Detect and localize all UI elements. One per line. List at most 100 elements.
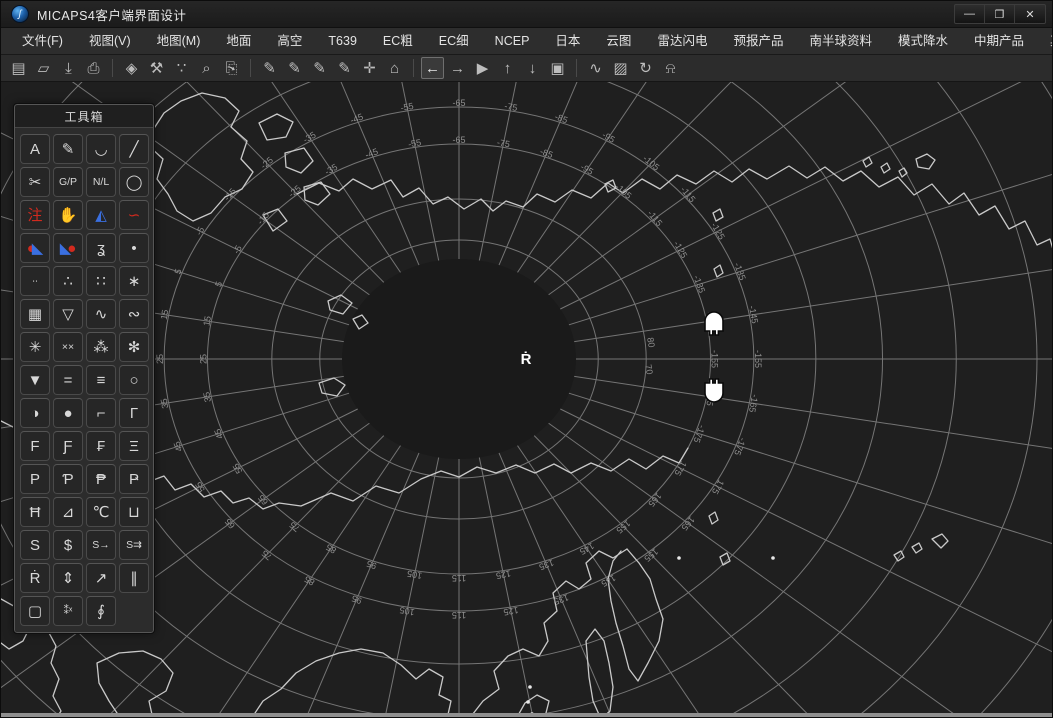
edit-data-button-1[interactable]: ✎	[258, 57, 281, 79]
tool-arrow-ne[interactable]: ↗	[86, 563, 116, 593]
tool-dots-3[interactable]: ∴	[53, 266, 83, 296]
tool-s-arrow-2[interactable]: S⇉	[119, 530, 149, 560]
clipboard-button[interactable]: ⎘	[220, 57, 243, 79]
tools-button[interactable]: ⚒	[145, 57, 168, 79]
tool-snow-3[interactable]: ⁂	[86, 332, 116, 362]
tool-barb-f3[interactable]: ₣	[86, 431, 116, 461]
edit-data-button-4[interactable]: ✎	[333, 57, 356, 79]
menu-item-15[interactable]: 模式降水	[885, 28, 961, 54]
cyclone-button[interactable]: ↻	[634, 57, 657, 79]
tool-grid-squares[interactable]: ▦	[20, 299, 50, 329]
map-canvas[interactable]: -155-165-1751751651551451351251151059585…	[1, 82, 1053, 715]
tool-nl-toggle[interactable]: N/L	[86, 167, 116, 197]
tool-barb-p5[interactable]: Ħ	[20, 497, 50, 527]
tool-bracket[interactable]: ⊔	[119, 497, 149, 527]
tool-pen[interactable]: ✎	[53, 134, 83, 164]
edit-data-button-3[interactable]: ✎	[308, 57, 331, 79]
tool-line-curve[interactable]: ╱	[119, 134, 149, 164]
tool-annotate[interactable]: 注	[20, 200, 50, 230]
tool-dots-2[interactable]: ∙∙	[20, 266, 50, 296]
tool-gp-toggle[interactable]: G/P	[53, 167, 83, 197]
tool-barb-f1[interactable]: F	[20, 431, 50, 461]
home-button[interactable]: ⌂	[383, 57, 406, 79]
tool-cut[interactable]: ✂	[20, 167, 50, 197]
back-button[interactable]: ←	[421, 57, 444, 79]
tool-barb-gamma[interactable]: Γ	[119, 398, 149, 428]
tool-barb-short[interactable]: ⌐	[86, 398, 116, 428]
close-button[interactable]: ✕	[1015, 5, 1045, 23]
tool-scatter-x[interactable]: ⁑ˣ	[53, 596, 83, 626]
tool-wave-1[interactable]: ∿	[86, 299, 116, 329]
tool-funnel[interactable]: ▽	[53, 299, 83, 329]
menu-item-13[interactable]: 预报产品	[720, 28, 796, 54]
chart-button[interactable]: ∿	[584, 57, 607, 79]
menu-item-8[interactable]: EC细	[426, 28, 482, 54]
tool-s-curve[interactable]: S	[20, 530, 50, 560]
overlay-chart-button[interactable]: ▨	[609, 57, 632, 79]
tool-dots-4[interactable]: ∷	[86, 266, 116, 296]
tool-wave-2[interactable]: ∾	[119, 299, 149, 329]
tool-trough[interactable]: ʓ	[86, 233, 116, 263]
tool-barb-p3[interactable]: ₱	[86, 464, 116, 494]
tool-dots-5[interactable]: ∗	[119, 266, 149, 296]
tool-snow-2[interactable]: ××	[53, 332, 83, 362]
tool-lines-2[interactable]: =	[53, 365, 83, 395]
toolbox-panel[interactable]: 工具箱 A✎◡╱✂G/PN/L◯注✋◭∽●◣◣●ʓ•∙∙∴∷∗▦▽∿∾✳××⁂✻…	[14, 104, 154, 633]
tool-s-arrow[interactable]: S→	[86, 530, 116, 560]
tool-temp-celsius[interactable]: ℃	[86, 497, 116, 527]
forward-button[interactable]: →	[446, 57, 469, 79]
restore-button[interactable]: ❐	[985, 5, 1015, 23]
map-marker-2[interactable]	[705, 379, 723, 402]
settings-button[interactable]: ∵	[170, 57, 193, 79]
play-button[interactable]: ▶	[471, 57, 494, 79]
menu-item-4[interactable]: 地面	[213, 28, 264, 54]
tool-s-dollar[interactable]: $	[53, 530, 83, 560]
down-button[interactable]: ↓	[521, 57, 544, 79]
tool-station-r[interactable]: Ṙ	[20, 563, 50, 593]
tool-dot-1[interactable]: •	[119, 233, 149, 263]
tool-cold-front[interactable]: ◭	[86, 200, 116, 230]
tool-updown-arrows[interactable]: ⇕	[53, 563, 83, 593]
tool-barb-f4[interactable]: Ξ	[119, 431, 149, 461]
menu-item-9[interactable]: NCEP	[482, 28, 543, 54]
tool-pan-hand[interactable]: ✋	[53, 200, 83, 230]
menu-item-6[interactable]: T639	[315, 28, 370, 54]
map-marker-1[interactable]	[705, 312, 723, 335]
tool-typhoon[interactable]: ∮	[86, 596, 116, 626]
tool-warm-front[interactable]: ∽	[119, 200, 149, 230]
print-button[interactable]: ⎙	[82, 57, 105, 79]
menu-item-5[interactable]: 高空	[264, 28, 315, 54]
fit-view-button[interactable]: ✛	[358, 57, 381, 79]
menu-item-2[interactable]: 视图(V)	[76, 28, 144, 54]
tool-occluded-front[interactable]: ●◣	[20, 233, 50, 263]
edit-data-button-2[interactable]: ✎	[283, 57, 306, 79]
tool-lines-3[interactable]: ≡	[86, 365, 116, 395]
menu-item-3[interactable]: 地图(M)	[144, 28, 214, 54]
open-folder-button[interactable]: ▱	[32, 57, 55, 79]
menu-item-1[interactable]: 文件(F)	[9, 28, 76, 54]
import-button[interactable]: ⤓	[57, 57, 80, 79]
tool-snow-4[interactable]: ✻	[119, 332, 149, 362]
menu-item-11[interactable]: 云图	[593, 28, 644, 54]
alarm-button[interactable]: ⍾	[659, 57, 682, 79]
tool-barb-p1[interactable]: P	[20, 464, 50, 494]
tool-region[interactable]: ▢	[20, 596, 50, 626]
new-file-button[interactable]: ▤	[7, 57, 30, 79]
tool-text[interactable]: A	[20, 134, 50, 164]
menu-item-16[interactable]: 中期产品	[961, 28, 1037, 54]
toolbox-title[interactable]: 工具箱	[15, 105, 153, 128]
menu-item-14[interactable]: 南半球资料	[796, 28, 885, 54]
menu-item-17[interactable]: 其它规模	[1037, 28, 1053, 54]
tool-circle-filled[interactable]: ●	[53, 398, 83, 428]
tool-funnel-x[interactable]: ▼	[20, 365, 50, 395]
minimize-button[interactable]: —	[955, 5, 985, 23]
tool-flag[interactable]: ⊿	[53, 497, 83, 527]
menu-item-12[interactable]: 雷达闪电	[644, 28, 720, 54]
save-view-button[interactable]: ▣	[546, 57, 569, 79]
tool-open-curve[interactable]: ◡	[86, 134, 116, 164]
tool-circle-outline[interactable]: ○	[119, 365, 149, 395]
up-button[interactable]: ↑	[496, 57, 519, 79]
menu-item-7[interactable]: EC粗	[370, 28, 426, 54]
search-doc-button[interactable]: ⌕	[195, 57, 218, 79]
tool-stationary-front[interactable]: ◣●	[53, 233, 83, 263]
